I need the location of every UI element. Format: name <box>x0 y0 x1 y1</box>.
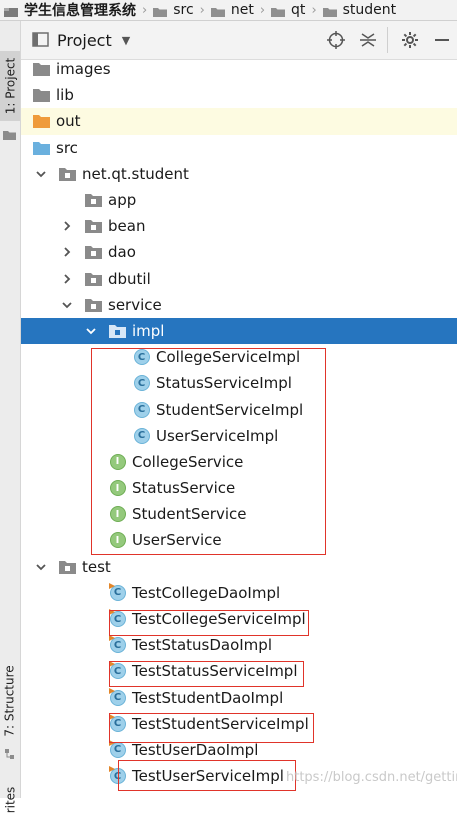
folder-icon <box>322 5 337 17</box>
breadcrumb-item[interactable]: 学生信息管理系统 <box>0 0 140 20</box>
panel-title[interactable]: Project <box>57 31 112 50</box>
annotation-box-status-test <box>109 661 304 687</box>
breadcrumb-separator: › <box>199 2 205 18</box>
tree-node[interactable]: dbutil <box>21 266 457 292</box>
tree-node[interactable]: test <box>21 554 457 580</box>
header-divider <box>387 27 388 53</box>
chevron-right-icon[interactable] <box>61 220 73 232</box>
tree-node[interactable]: bean <box>21 213 457 239</box>
tree-node[interactable]: src <box>21 135 457 161</box>
package-icon <box>85 271 102 287</box>
tree-node-label: images <box>56 60 111 79</box>
chevron-down-icon[interactable] <box>61 299 73 311</box>
tree-node-label: app <box>108 191 137 210</box>
tree-node[interactable]: images <box>21 56 457 82</box>
project-tool-tab-label: 1: Project <box>3 57 17 115</box>
structure-icon <box>4 745 16 759</box>
breadcrumb-item[interactable]: src <box>149 2 197 18</box>
breadcrumb-separator: › <box>259 2 266 18</box>
project-panel-header: Project ▼ <box>21 21 457 60</box>
folder-icon <box>210 5 225 17</box>
tree-node[interactable]: app <box>21 187 457 213</box>
tree-node-label: bean <box>108 217 146 236</box>
tool-window-strip: 1: Project 7: Structure rites <box>0 21 21 813</box>
breadcrumb-item-label: 学生信息管理系统 <box>24 3 136 19</box>
structure-tool-tab[interactable]: 7: Structure <box>0 661 20 741</box>
tree-node-label: TestCollegeDaoImpl <box>132 583 281 602</box>
tree-node[interactable]: C TestCollegeDaoImpl <box>21 580 457 606</box>
tree-node[interactable]: lib <box>21 82 457 108</box>
project-view-icon <box>32 31 50 49</box>
breadcrumb-item[interactable]: student <box>319 2 401 18</box>
breadcrumb-item-label: src <box>173 2 194 18</box>
tree-node[interactable]: net.qt.student <box>21 161 457 187</box>
gear-icon[interactable] <box>401 31 419 49</box>
tree-node-label: TestUserDaoImpl <box>132 740 259 759</box>
watermark: https://blog.csdn.net/gettingi <box>286 770 457 785</box>
chevron-down-icon[interactable]: ▼ <box>122 34 130 47</box>
package-icon <box>85 297 102 313</box>
package-icon <box>109 323 126 339</box>
tree-node[interactable]: impl <box>21 317 457 345</box>
chevron-right-icon[interactable] <box>61 273 73 285</box>
tree-node[interactable]: C TestStatusDaoImpl <box>21 632 457 658</box>
tree-node-label: dbutil <box>108 269 151 288</box>
folder-icon <box>271 5 286 17</box>
tree-node-label: lib <box>56 86 74 105</box>
test-class-icon: C <box>108 582 126 601</box>
breadcrumb-item[interactable]: qt <box>267 2 309 18</box>
folder-icon <box>33 87 50 103</box>
tree-node-label: service <box>108 295 162 314</box>
folder-orange-icon <box>33 113 50 129</box>
chevron-right-icon[interactable] <box>61 246 73 258</box>
source-folder-icon <box>33 140 50 156</box>
tree-node-label: TestStatusDaoImpl <box>132 636 272 655</box>
breadcrumb-separator: › <box>311 2 317 18</box>
locate-target-icon[interactable] <box>327 31 345 49</box>
tree-node-label: test <box>82 557 111 576</box>
annotation-box-service <box>91 348 326 555</box>
tree-node[interactable]: service <box>21 292 457 318</box>
chevron-down-icon[interactable] <box>85 325 97 337</box>
annotation-box-college-test <box>109 610 309 636</box>
package-icon <box>85 192 102 208</box>
tree-node-label: TestStudentDaoImpl <box>132 688 284 707</box>
tree-node[interactable]: out <box>21 108 457 135</box>
breadcrumb-item-label: qt <box>291 2 306 18</box>
tree-node-label: net.qt.student <box>82 164 189 183</box>
breadcrumb-item[interactable]: net <box>207 2 258 18</box>
package-icon <box>59 559 76 575</box>
tree-node-label: dao <box>108 243 136 262</box>
tree-node-label: src <box>56 138 78 157</box>
collapse-all-icon[interactable] <box>359 31 377 49</box>
annotation-box-user-test <box>118 760 296 791</box>
package-icon <box>59 166 76 182</box>
tree-node[interactable]: dao <box>21 239 457 265</box>
hide-panel-icon[interactable] <box>433 31 451 49</box>
project-tool-tab[interactable]: 1: Project <box>0 51 20 121</box>
folder-icon <box>3 125 16 140</box>
package-icon <box>85 244 102 260</box>
breadcrumb-item-label: net <box>230 2 254 18</box>
breadcrumb: 学生信息管理系统 › src › net › qt › student <box>0 0 457 21</box>
structure-tool-tab-label: 7: Structure <box>3 665 18 737</box>
test-class-icon: C <box>108 687 126 706</box>
package-icon <box>85 218 102 234</box>
chevron-down-icon[interactable] <box>35 168 47 180</box>
annotation-box-student-test <box>109 713 314 743</box>
tree-node-label: impl <box>132 321 165 340</box>
tree-node[interactable]: C TestStudentDaoImpl <box>21 685 457 711</box>
favorites-tool-tab[interactable]: rites <box>0 781 20 819</box>
folder-icon <box>33 61 50 77</box>
favorites-tool-tab-label: rites <box>3 786 18 814</box>
chevron-down-icon[interactable] <box>35 561 47 573</box>
breadcrumb-item-label: student <box>342 2 397 18</box>
folder-icon <box>4 5 18 17</box>
tree-node-label: out <box>56 112 81 131</box>
test-class-icon: C <box>108 635 126 654</box>
folder-icon <box>153 5 168 17</box>
breadcrumb-separator: › <box>142 2 148 18</box>
test-class-icon: C <box>108 739 126 758</box>
